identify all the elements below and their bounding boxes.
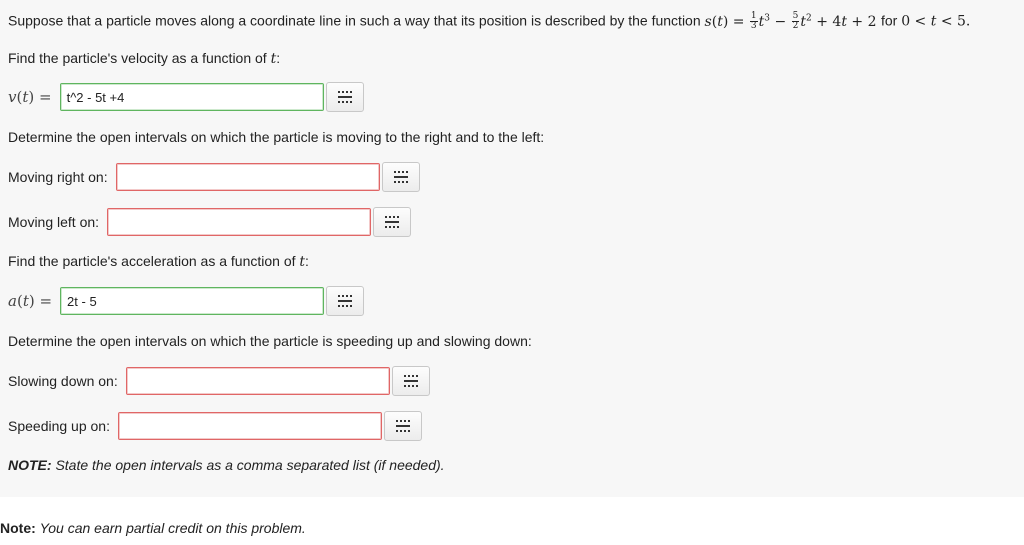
velocity-prompt-text: Find the particle's velocity as a functi… bbox=[8, 50, 267, 66]
moving-right-input[interactable] bbox=[115, 163, 380, 191]
moving-left-label: Moving left on: bbox=[8, 214, 100, 230]
speeding-row: Speeding up on: bbox=[8, 411, 422, 441]
accel-label: a(t) = bbox=[8, 292, 53, 310]
speed-prompt: Determine the open intervals on which th… bbox=[8, 333, 532, 349]
interval-note-text: State the open intervals as a comma sepa… bbox=[55, 457, 445, 473]
interval-note: NOTE: State the open intervals as a comm… bbox=[8, 457, 445, 473]
moving-right-row: Moving right on: bbox=[8, 162, 420, 192]
moving-right-equation-editor-button[interactable] bbox=[381, 162, 420, 192]
intro-text: Suppose that a particle moves along a co… bbox=[8, 12, 701, 29]
velocity-var: t bbox=[270, 51, 277, 67]
slowing-equation-editor-button[interactable] bbox=[391, 366, 430, 396]
grid-icon bbox=[337, 91, 352, 103]
accel-input[interactable]: 2t - 5 bbox=[60, 287, 325, 315]
grid-icon bbox=[403, 375, 418, 387]
grid-icon bbox=[338, 295, 353, 307]
accel-row: a(t) = 2t - 5 bbox=[8, 286, 365, 316]
velocity-label: v(t) = bbox=[8, 88, 52, 106]
position-function: s(t) = 1 3 t3 − 5 2 t2 + 4t + 2 bbox=[704, 11, 881, 31]
moving-left-row: Moving left on: bbox=[8, 207, 412, 237]
slowing-input[interactable] bbox=[125, 367, 390, 395]
accel-prompt-text: Find the particle's acceleration as a fu… bbox=[8, 253, 296, 269]
moving-right-label: Moving right on: bbox=[8, 169, 108, 185]
partial-credit-note: Note: You can earn partial credit on thi… bbox=[0, 520, 306, 536]
speeding-label: Speeding up on: bbox=[8, 418, 110, 434]
accel-prompt: Find the particle's acceleration as a fu… bbox=[8, 253, 309, 270]
intro-line: Suppose that a particle moves along a co… bbox=[8, 12, 970, 31]
grid-icon bbox=[395, 420, 410, 432]
partial-credit-label: Note: bbox=[0, 520, 36, 536]
slowing-row: Slowing down on: bbox=[8, 366, 430, 396]
domain-expression: 0 < t < 5. bbox=[901, 13, 971, 30]
interval-note-label: NOTE: bbox=[8, 457, 52, 473]
speeding-equation-editor-button[interactable] bbox=[383, 411, 422, 441]
speeding-input[interactable] bbox=[117, 412, 382, 440]
velocity-prompt: Find the particle's velocity as a functi… bbox=[8, 50, 281, 67]
accel-input-value: 2t - 5 bbox=[67, 293, 97, 309]
velocity-row: v(t) = t^2 - 5t +4 bbox=[8, 82, 364, 112]
slowing-label: Slowing down on: bbox=[8, 373, 118, 389]
problem-area: Suppose that a particle moves along a co… bbox=[0, 0, 1024, 497]
velocity-input-value: t^2 - 5t +4 bbox=[66, 89, 125, 105]
velocity-equation-editor-button[interactable] bbox=[325, 82, 364, 112]
grid-icon bbox=[385, 216, 400, 228]
moving-left-input[interactable] bbox=[107, 208, 372, 236]
partial-credit-text: You can earn partial credit on this prob… bbox=[39, 520, 306, 536]
direction-prompt: Determine the open intervals on which th… bbox=[8, 129, 545, 145]
intro-for: for bbox=[880, 12, 898, 29]
moving-left-equation-editor-button[interactable] bbox=[373, 207, 412, 237]
grid-icon bbox=[393, 171, 408, 183]
velocity-input[interactable]: t^2 - 5t +4 bbox=[59, 83, 324, 111]
accel-equation-editor-button[interactable] bbox=[326, 286, 365, 316]
